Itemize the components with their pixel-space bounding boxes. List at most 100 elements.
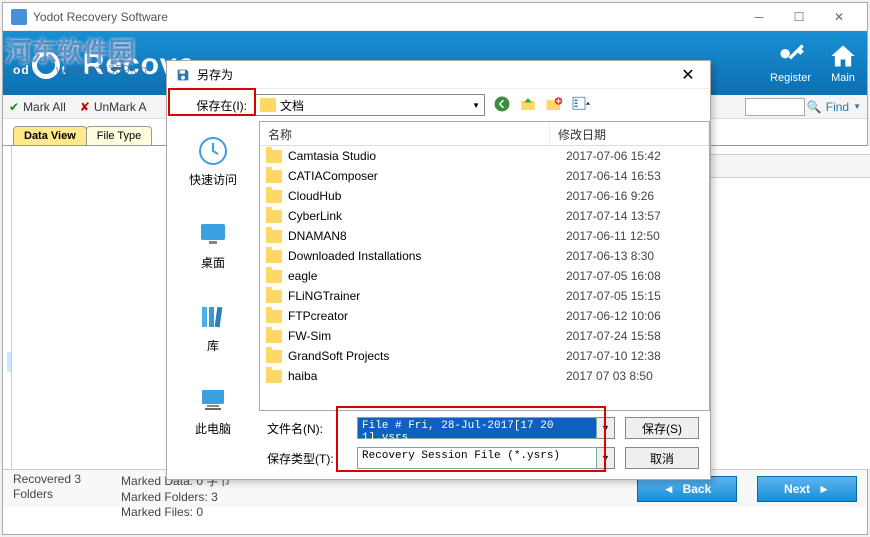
column-date[interactable]: 修改日期 [550,122,709,145]
file-row[interactable]: haiba2017 07 03 8:50 [260,366,709,386]
folder-icon [266,170,282,183]
find-button[interactable]: 🔍Find▼ [807,100,861,114]
column-name[interactable]: 名称 [260,122,550,145]
places-bar: 快速访问 桌面 库 此电脑 [167,121,259,411]
folders-label: Folders [13,487,81,501]
folder-icon [266,370,282,383]
tree-item[interactable]: +音平商城 [7,372,11,392]
file-list-header: 名称 修改日期 [260,122,709,146]
dialog-close-button[interactable]: ✕ [674,65,702,85]
tree-item[interactable]: +我的超效率 [7,332,11,352]
find-input[interactable] [745,98,805,116]
file-row[interactable]: eagle2017-07-05 16:08 [260,266,709,286]
file-date: 2017-06-12 10:06 [566,309,661,323]
tree-item[interactable]: +瑞易软件 [7,312,11,332]
file-row[interactable]: FTPcreator2017-06-12 10:06 [260,306,709,326]
file-date: 2017-06-14 16:53 [566,169,661,183]
tree-item[interactable]: +鲁班预算2008 [7,292,11,312]
nav-back-icon[interactable] [493,95,511,116]
nav-up-icon[interactable] [519,95,537,116]
file-date: 2017-06-13 8:30 [566,249,654,263]
filetype-label: 保存类型(T): [267,450,347,467]
file-name: CATIAComposer [288,169,566,183]
desktop-icon [197,218,229,250]
maximize-button[interactable]: ☐ [779,4,819,30]
file-row[interactable]: GrandSoft Projects2017-07-10 12:38 [260,346,709,366]
file-date: 2017-06-16 9:26 [566,189,654,203]
save-in-row: 保存在(I): 文档 ▼ [167,89,710,121]
place-desktop[interactable]: 桌面 [197,218,229,271]
new-folder-icon[interactable] [545,95,563,116]
place-libraries[interactable]: 库 [197,301,229,354]
file-row[interactable]: DNAMAN82017-06-11 12:50 [260,226,709,246]
file-name: Camtasia Studio [288,149,566,163]
place-quick-access[interactable]: 快速访问 [189,135,237,188]
tab-file-type[interactable]: File Type [86,126,152,145]
tree-item[interactable]: +联盟哥哥 [7,272,11,292]
next-button[interactable]: Next► [757,476,857,502]
save-in-select[interactable]: 文档 ▼ [255,94,485,116]
file-date: 2017 07 03 8:50 [566,369,653,383]
file-row[interactable]: CyberLink2017-07-14 13:57 [260,206,709,226]
file-name: FW-Sim [288,329,566,343]
file-name: DNAMAN8 [288,229,566,243]
file-list[interactable]: 名称 修改日期 Camtasia Studio2017-07-06 15:42C… [259,121,710,411]
file-row[interactable]: CATIAComposer2017-06-14 16:53 [260,166,709,186]
file-date: 2017-07-10 12:38 [566,349,661,363]
folder-icon [266,270,282,283]
tree-item[interactable]: +智多星项目造 [7,392,11,412]
save-as-dialog: 另存为 ✕ 保存在(I): 文档 ▼ 快速访问 [166,60,711,480]
tab-data-view[interactable]: Data View [13,126,87,145]
folder-icon [266,190,282,203]
disk-icon [175,67,191,83]
filename-input[interactable]: File # Fri, 28-Jul-2017[17 20 1].ysrs [357,417,597,439]
dialog-footer: 文件名(N): File # Fri, 28-Jul-2017[17 20 1]… [167,411,710,475]
dialog-title: 另存为 [197,66,674,83]
computer-icon [197,384,229,416]
dialog-titlebar: 另存为 ✕ [167,61,710,89]
mark-all-button[interactable]: ✔Mark All [9,100,66,114]
file-name: eagle [288,269,566,283]
save-button[interactable]: 保存(S) [625,417,699,439]
main-button[interactable]: Main [829,42,857,84]
filetype-select[interactable]: Recovery Session File (*.ysrs) [357,447,597,469]
tree-item[interactable]: +W1ND0WS [7,212,11,232]
view-menu-icon[interactable] [571,95,593,116]
tree-item[interactable]: +恢复的文件 [7,252,11,272]
folder-icon [266,330,282,343]
minimize-button[interactable]: ─ [739,4,779,30]
tree-item[interactable]: +VideoPhotos [7,192,11,212]
file-name: GrandSoft Projects [288,349,566,363]
folder-icon [260,98,276,112]
unmark-all-button[interactable]: ✘UnMark A [80,100,147,114]
file-date: 2017-07-14 13:57 [566,209,661,223]
file-row[interactable]: Camtasia Studio2017-07-06 15:42 [260,146,709,166]
file-row[interactable]: Downloaded Installations2017-06-13 8:30 [260,246,709,266]
cancel-button[interactable]: 取消 [625,447,699,469]
window-title: Yodot Recovery Software [33,10,739,24]
folder-icon [266,310,282,323]
recovered-count: Recovered 3 [13,472,81,486]
close-button[interactable]: ✕ [819,4,859,30]
tree-item[interactable]: +ttmnq [7,152,11,172]
file-row[interactable]: CloudHub2017-06-16 9:26 [260,186,709,206]
file-date: 2017-07-05 16:08 [566,269,661,283]
file-name: FTPcreator [288,309,566,323]
register-button[interactable]: Register [770,42,811,84]
file-name: Downloaded Installations [288,249,566,263]
filetype-dropdown-icon[interactable]: ▼ [597,447,615,469]
filename-dropdown-icon[interactable]: ▼ [597,417,615,439]
marked-files: Marked Files: 0 [121,505,230,519]
tree-item[interactable]: +广联达下载目 [7,232,11,252]
folder-tree[interactable]: +ttmnq+Video+VideoPhotos+W1ND0WS+广联达下载目+… [3,146,12,469]
file-row[interactable]: FW-Sim2017-07-24 15:58 [260,326,709,346]
folder-icon [266,250,282,263]
file-date: 2017-06-11 12:50 [566,229,660,243]
tree-item[interactable]: +迅雷下载 [7,352,11,372]
folder-icon [266,150,282,163]
folder-icon [266,210,282,223]
file-date: 2017-07-05 15:15 [566,289,661,303]
tree-item[interactable]: +Video [7,172,11,192]
file-row[interactable]: FLiNGTrainer2017-07-05 15:15 [260,286,709,306]
filename-label: 文件名(N): [267,420,347,437]
